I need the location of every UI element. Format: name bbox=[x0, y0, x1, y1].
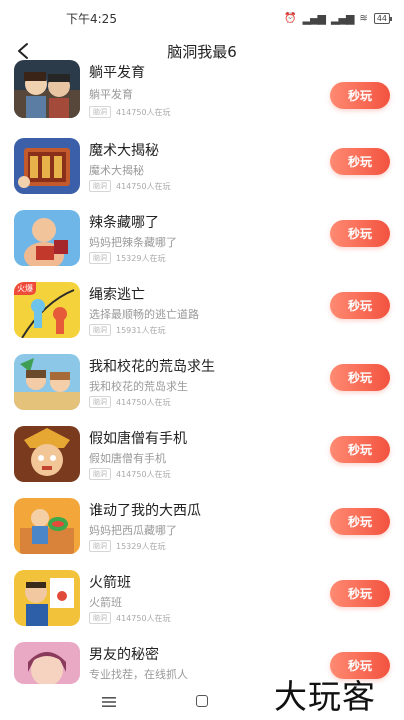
play-button[interactable]: 秒玩 bbox=[330, 220, 390, 247]
item-title: 男友的秘密 bbox=[89, 647, 159, 663]
item-title: 魔术大揭秘 bbox=[89, 143, 159, 159]
item-meta: 脑洞 414750人在玩 bbox=[89, 612, 171, 624]
item-desc: 专业找茬，在线抓人 bbox=[89, 668, 188, 681]
player-count: 15329人在玩 bbox=[116, 253, 166, 263]
battery-icon: 44 bbox=[373, 12, 393, 24]
play-button[interactable]: 秒玩 bbox=[330, 292, 390, 319]
status-bar: 下午4:25 ⏰ ▂▄▆ ▂▄▆ ≋ 44 bbox=[0, 0, 404, 36]
item-title: 假如唐僧有手机 bbox=[89, 431, 187, 447]
spicy-strip-game-icon bbox=[14, 210, 80, 266]
wifi-icon: ≋ bbox=[359, 12, 368, 24]
item-desc: 躺平发育 bbox=[89, 88, 133, 101]
player-count: 414750人在玩 bbox=[116, 397, 171, 407]
play-button[interactable]: 秒玩 bbox=[330, 580, 390, 607]
player-count: 414750人在玩 bbox=[116, 469, 171, 479]
home-icon[interactable] bbox=[196, 695, 208, 707]
chevron-left-icon bbox=[18, 43, 28, 59]
list-item[interactable]: 魔术大揭秘 魔术大揭秘 脑洞 414750人在玩 秒玩 bbox=[0, 138, 404, 210]
item-desc: 魔术大揭秘 bbox=[89, 164, 144, 177]
boyfriend-secret-game-icon bbox=[14, 642, 80, 684]
category-tag: 脑洞 bbox=[89, 324, 111, 336]
item-desc: 我和校花的荒岛求生 bbox=[89, 380, 188, 393]
list-item[interactable]: 辣条藏哪了 妈妈把辣条藏哪了 脑洞 15329人在玩 秒玩 bbox=[0, 210, 404, 282]
item-desc: 妈妈把辣条藏哪了 bbox=[89, 236, 177, 249]
item-desc: 选择最顺畅的逃亡道路 bbox=[89, 308, 199, 321]
category-tag: 脑洞 bbox=[89, 396, 111, 408]
player-count: 414750人在玩 bbox=[116, 181, 171, 191]
category-tag: 脑洞 bbox=[89, 252, 111, 264]
play-button[interactable]: 秒玩 bbox=[330, 82, 390, 109]
page-title: 脑洞我最6 bbox=[167, 42, 237, 61]
watermark: 大玩客 bbox=[274, 677, 376, 716]
list-item[interactable]: 谁动了我的大西瓜 妈妈把西瓜藏哪了 脑洞 15329人在玩 秒玩 bbox=[0, 498, 404, 570]
item-desc: 火箭班 bbox=[89, 596, 122, 609]
item-meta: 脑洞 414750人在玩 bbox=[89, 468, 171, 480]
watermelon-game-icon bbox=[14, 498, 80, 554]
item-meta: 脑洞 414750人在玩 bbox=[89, 396, 171, 408]
item-desc: 假如唐僧有手机 bbox=[89, 452, 166, 465]
list-item[interactable]: 躺平发育 躺平发育 脑洞 414750人在玩 秒玩 bbox=[0, 60, 404, 138]
category-tag: 脑洞 bbox=[89, 468, 111, 480]
signal-icon-2: ▂▄▆ bbox=[331, 11, 354, 25]
rocket-class-game-icon bbox=[14, 570, 80, 626]
list-item[interactable]: 假如唐僧有手机 假如唐僧有手机 脑洞 414750人在玩 秒玩 bbox=[0, 426, 404, 498]
rope-escape-game-icon: 火爆 bbox=[14, 282, 80, 338]
hot-badge: 火爆 bbox=[14, 282, 36, 295]
item-title: 绳索逃亡 bbox=[89, 287, 145, 303]
status-time: 下午4:25 bbox=[66, 11, 117, 26]
item-title: 火箭班 bbox=[89, 575, 131, 591]
item-title: 躺平发育 bbox=[89, 65, 145, 81]
item-title: 谁动了我的大西瓜 bbox=[89, 503, 201, 519]
menu-icon[interactable] bbox=[102, 696, 116, 708]
list-item[interactable]: 我和校花的荒岛求生 我和校花的荒岛求生 脑洞 414750人在玩 秒玩 bbox=[0, 354, 404, 426]
magic-box-game-icon bbox=[14, 138, 80, 194]
category-tag: 脑洞 bbox=[89, 612, 111, 624]
play-button[interactable]: 秒玩 bbox=[330, 364, 390, 391]
category-tag: 脑洞 bbox=[89, 106, 111, 118]
item-meta: 脑洞 15931人在玩 bbox=[89, 324, 165, 336]
item-meta: 脑洞 15329人在玩 bbox=[89, 540, 165, 552]
player-count: 414750人在玩 bbox=[116, 613, 171, 623]
signal-icon: ▂▄▆ bbox=[302, 11, 326, 25]
list-item[interactable]: 火箭班 火箭班 脑洞 414750人在玩 秒玩 bbox=[0, 570, 404, 642]
item-title: 我和校花的荒岛求生 bbox=[89, 359, 215, 375]
player-count: 15329人在玩 bbox=[116, 541, 166, 551]
item-title: 辣条藏哪了 bbox=[89, 215, 159, 231]
player-count: 414750人在玩 bbox=[116, 107, 171, 117]
status-icons: ⏰ ▂▄▆ ▂▄▆ ≋ 44 bbox=[284, 11, 393, 25]
island-survival-game-icon bbox=[14, 354, 80, 410]
play-button[interactable]: 秒玩 bbox=[330, 436, 390, 463]
play-button[interactable]: 秒玩 bbox=[330, 508, 390, 535]
category-tag: 脑洞 bbox=[89, 540, 111, 552]
item-meta: 脑洞 414750人在玩 bbox=[89, 106, 171, 118]
list-item[interactable]: 火爆 绳索逃亡 选择最顺畅的逃亡道路 脑洞 15931人在玩 秒玩 bbox=[0, 282, 404, 354]
lying-flat-game-icon bbox=[14, 60, 80, 118]
alarm-icon: ⏰ bbox=[284, 12, 297, 24]
play-button[interactable]: 秒玩 bbox=[330, 148, 390, 175]
item-desc: 妈妈把西瓜藏哪了 bbox=[89, 524, 177, 537]
item-meta: 脑洞 15329人在玩 bbox=[89, 252, 165, 264]
category-tag: 脑洞 bbox=[89, 180, 111, 192]
item-meta: 脑洞 414750人在玩 bbox=[89, 180, 171, 192]
player-count: 15931人在玩 bbox=[116, 325, 166, 335]
monk-phone-game-icon bbox=[14, 426, 80, 482]
